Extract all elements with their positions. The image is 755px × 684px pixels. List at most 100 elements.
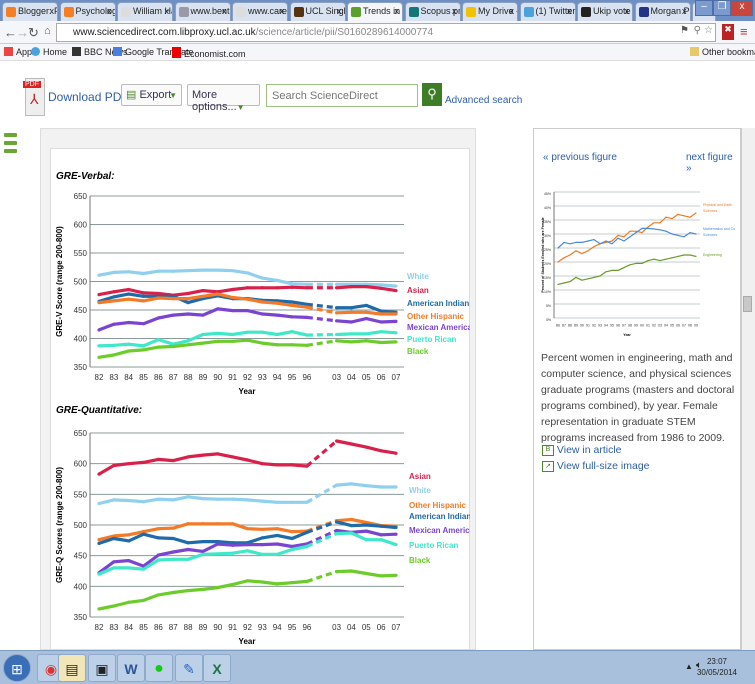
y-tick-label: 10% bbox=[544, 290, 551, 294]
spotify-taskbar-icon[interactable]: ● bbox=[145, 654, 173, 682]
excel-taskbar-icon[interactable]: X bbox=[203, 654, 231, 682]
data-point bbox=[349, 340, 354, 344]
data-point bbox=[349, 306, 354, 310]
x-tick-label: 99 bbox=[634, 324, 638, 328]
browser-tab[interactable]: www.benth x bbox=[174, 2, 231, 21]
tab-close-icon[interactable]: x bbox=[510, 6, 515, 16]
tab-close-icon[interactable]: x bbox=[682, 6, 687, 16]
pdf-icon[interactable]: PDF ⅄ bbox=[23, 78, 45, 116]
data-point bbox=[260, 300, 264, 304]
file-explorer-taskbar-icon[interactable]: ▤ bbox=[58, 654, 86, 682]
data-point bbox=[349, 569, 354, 573]
data-point bbox=[379, 320, 383, 324]
data-point bbox=[171, 459, 175, 463]
other-bookmarks[interactable]: Other bookmarks bbox=[690, 47, 755, 57]
bookmark-flag-icon[interactable]: ⚑ bbox=[680, 25, 689, 36]
tab-close-icon[interactable]: x bbox=[452, 6, 457, 16]
address-bar[interactable]: www.sciencedirect.com.libproxy.ucl.ac.uk… bbox=[56, 23, 716, 42]
browser-tab[interactable]: Scopus prevx bbox=[404, 2, 461, 21]
minimize-button[interactable]: – bbox=[695, 0, 713, 16]
scrollbar-thumb[interactable] bbox=[743, 296, 752, 312]
x-tick-label: 84 bbox=[124, 623, 133, 632]
data-point bbox=[112, 299, 116, 303]
data-point bbox=[260, 341, 264, 345]
advanced-search-link[interactable]: Advanced search bbox=[445, 95, 522, 106]
data-point bbox=[290, 315, 294, 319]
x-tick-label: 88 bbox=[184, 623, 193, 632]
data-point bbox=[186, 339, 190, 343]
browser-tab[interactable]: www.careeix bbox=[232, 2, 288, 21]
word-taskbar-icon[interactable]: W bbox=[117, 654, 145, 682]
start-button[interactable]: ⊞ bbox=[3, 654, 31, 682]
bookmark-economist[interactable]: Economist.com bbox=[172, 47, 246, 59]
browser-tab[interactable]: Psychologicx bbox=[59, 2, 116, 21]
export-button[interactable]: ▤ Export ▼ bbox=[121, 84, 182, 106]
next-figure-link[interactable]: next figure » bbox=[686, 152, 740, 174]
data-point bbox=[557, 283, 559, 285]
tab-close-icon[interactable]: x bbox=[337, 6, 342, 16]
data-point bbox=[575, 250, 577, 252]
data-point bbox=[186, 547, 190, 552]
data-point bbox=[112, 566, 116, 570]
data-point bbox=[231, 287, 235, 292]
browser-tab[interactable]: Ukip vote inx bbox=[577, 2, 633, 21]
browser-tab[interactable]: (1) Twitter /x bbox=[519, 2, 576, 21]
x-tick-label: 90 bbox=[213, 373, 222, 382]
system-clock[interactable]: 23:07 30/05/2014 bbox=[697, 656, 737, 678]
close-window-button[interactable]: x bbox=[731, 0, 753, 16]
home-icon[interactable]: ⌂ bbox=[44, 25, 51, 37]
browser-tab[interactable]: Morgan Philx bbox=[634, 2, 691, 21]
data-point bbox=[156, 345, 160, 349]
star-icon[interactable]: ☆ bbox=[704, 25, 713, 36]
windows-explorer-taskbar-icon[interactable]: ▣ bbox=[88, 654, 116, 682]
data-point bbox=[364, 310, 368, 314]
more-options-button[interactable]: More options...▼ bbox=[187, 84, 260, 113]
data-point bbox=[186, 269, 190, 273]
tab-close-icon[interactable]: x bbox=[50, 6, 55, 16]
data-point bbox=[245, 330, 250, 334]
view-in-article-link[interactable]: B View in article bbox=[542, 444, 622, 456]
data-point bbox=[275, 301, 279, 305]
tab-close-icon[interactable]: x bbox=[395, 6, 400, 16]
bookmark-home[interactable]: Home bbox=[31, 47, 67, 57]
tab-close-icon[interactable]: x bbox=[222, 6, 227, 16]
y-axis-label: GRE-V Score (range 200-800) bbox=[55, 226, 64, 337]
previous-figure-link[interactable]: « previous figure bbox=[543, 152, 617, 163]
view-full-size-link[interactable]: ↗ View full-size image bbox=[542, 460, 650, 472]
data-point bbox=[231, 582, 235, 587]
notification-arrow-icon[interactable]: ▲ bbox=[685, 662, 693, 671]
maximize-button[interactable]: ❐ bbox=[713, 0, 731, 16]
tab-close-icon[interactable]: x bbox=[165, 6, 170, 16]
extension-icon[interactable]: ✖ bbox=[722, 24, 734, 40]
browser-tab[interactable]: William Hasx bbox=[117, 2, 173, 21]
data-point bbox=[349, 310, 354, 314]
x-tick-label: 85 bbox=[139, 623, 148, 632]
data-point bbox=[216, 339, 220, 343]
data-point bbox=[305, 282, 309, 286]
data-point bbox=[364, 285, 368, 289]
browser-tab[interactable]: UCL Single Sx bbox=[289, 2, 346, 21]
browser-tab[interactable]: Blogger: Psyx bbox=[2, 2, 58, 21]
tab-close-icon[interactable]: x bbox=[107, 6, 112, 16]
download-pdf-link[interactable]: Download PDF bbox=[48, 90, 129, 104]
browser-tab[interactable]: Trends in GFx bbox=[347, 2, 403, 21]
search-input[interactable] bbox=[266, 84, 418, 107]
legend-label: Asian bbox=[407, 286, 429, 295]
tab-close-icon[interactable]: x bbox=[567, 6, 572, 16]
menu-icon[interactable]: ≡ bbox=[740, 24, 748, 39]
data-point bbox=[245, 549, 250, 553]
stem-female-thumbnail-chart[interactable]: 0% 5% 10% 15% 20% 25% 30% 35% 40% 45% 86 87 88 89 90 91… bbox=[540, 188, 735, 340]
zoom-icon[interactable]: ⚲ bbox=[694, 25, 701, 36]
reload-icon[interactable]: ↻ bbox=[28, 25, 39, 41]
data-point bbox=[216, 585, 220, 590]
browser-tab[interactable]: My Drive - Gx bbox=[462, 2, 518, 21]
tab-close-icon[interactable]: x bbox=[625, 6, 630, 16]
vertical-scrollbar[interactable] bbox=[741, 128, 755, 650]
x-tick-label: 07 bbox=[682, 324, 686, 328]
tab-close-icon[interactable]: x bbox=[280, 6, 285, 16]
search-button[interactable]: ⚲ bbox=[422, 83, 442, 106]
pen-app-taskbar-icon[interactable]: ✎ bbox=[175, 654, 203, 682]
outline-toggle-icon[interactable] bbox=[4, 133, 17, 157]
data-point bbox=[695, 233, 697, 235]
data-point bbox=[260, 499, 264, 503]
